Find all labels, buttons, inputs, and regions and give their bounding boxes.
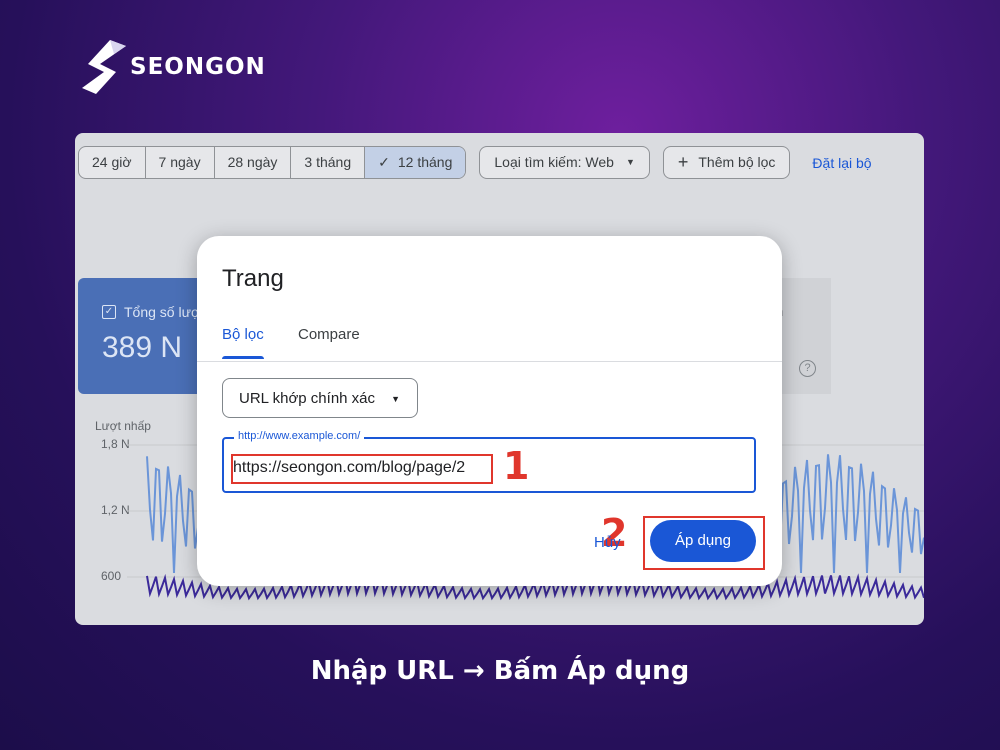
match-type-value: URL khớp chính xác <box>239 390 376 407</box>
dialog-title: Trang <box>222 265 284 292</box>
dialog-tabs: Bộ lọc Compare <box>197 326 782 362</box>
seongon-logo-icon <box>82 40 126 94</box>
caption: Nhập URL → Bấm Áp dụng <box>310 656 690 686</box>
brand-name: SEONGON <box>130 54 266 80</box>
tab-filter[interactable]: Bộ lọc <box>222 326 264 359</box>
step-1-marker: 1 <box>503 444 530 488</box>
dropdown-arrow-icon: ▼ <box>391 394 400 404</box>
cancel-button[interactable]: Hủy <box>594 534 621 551</box>
apply-highlight-box <box>643 516 765 570</box>
url-highlight-box <box>231 454 493 484</box>
tab-compare[interactable]: Compare <box>298 326 360 343</box>
url-field-label: http://www.example.com/ <box>234 430 365 442</box>
page-filter-dialog: Trang Bộ lọc Compare URL khớp chính xác … <box>197 236 782 586</box>
brand-logo: SEONGON <box>80 38 266 96</box>
match-type-select[interactable]: URL khớp chính xác ▼ <box>222 378 418 418</box>
